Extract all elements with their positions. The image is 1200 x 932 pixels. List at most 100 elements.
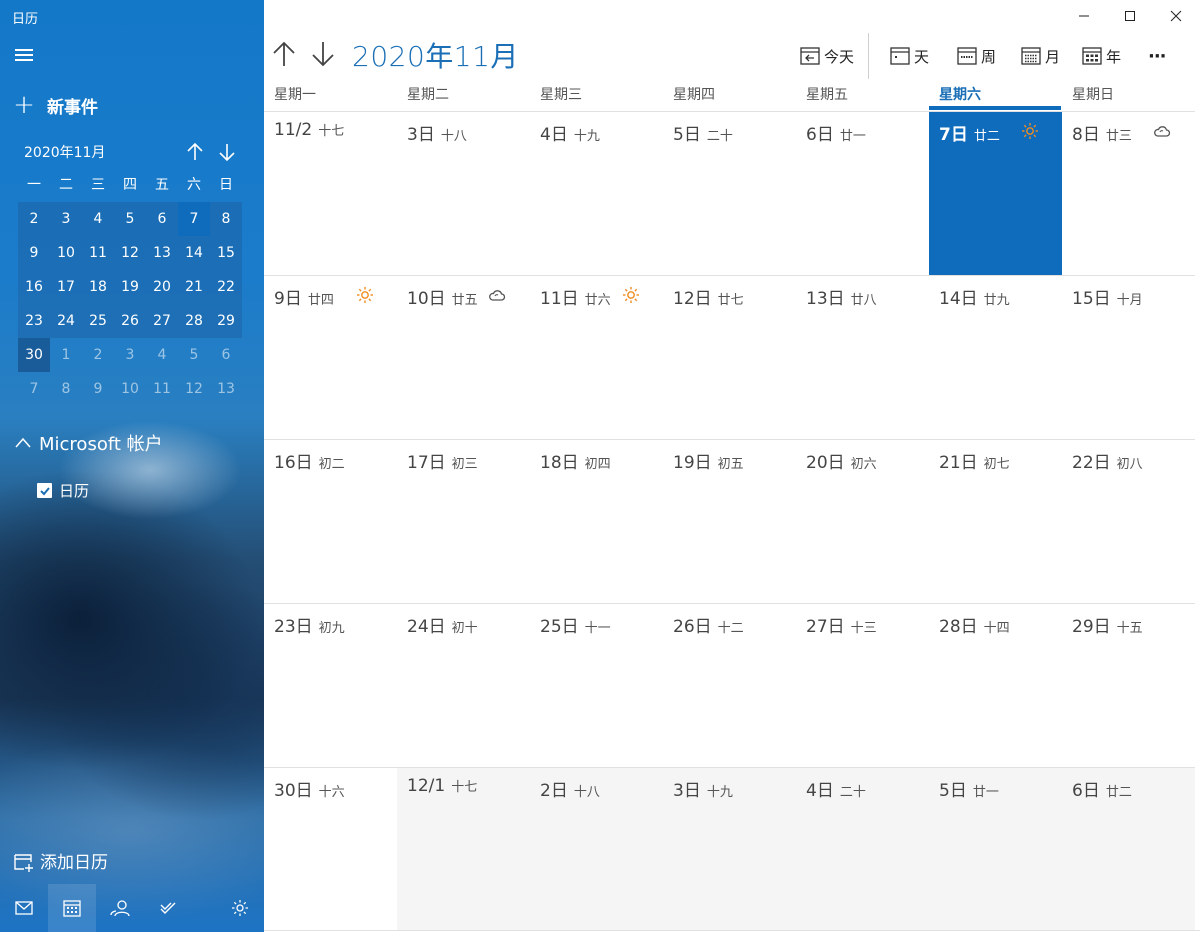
more-options-button[interactable]: ··· [1148,44,1166,68]
todo-button[interactable] [144,884,192,932]
mini-calendar-day[interactable]: 23 [18,304,50,338]
mini-calendar-day[interactable]: 28 [178,304,210,338]
mini-calendar-day[interactable]: 21 [178,270,210,304]
mini-calendar-day[interactable]: 4 [82,202,114,236]
mini-calendar-day[interactable]: 2 [18,202,50,236]
mini-calendar-day[interactable]: 24 [50,304,82,338]
day-cell[interactable]: 17日 初三 [397,439,530,603]
day-cell[interactable]: 20日 初六 [796,439,929,603]
week-view-button[interactable]: 周 [957,44,996,68]
day-cell[interactable]: 26日 十二 [663,603,796,767]
day-cell[interactable]: 7日 廿二 [929,111,1062,275]
mini-calendar-day[interactable]: 9 [18,236,50,270]
day-cell[interactable]: 6日 廿二 [1062,767,1195,931]
day-cell[interactable]: 8日 廿三 [1062,111,1195,275]
mini-calendar-day[interactable]: 11 [82,236,114,270]
day-cell[interactable]: 14日 廿九 [929,275,1062,439]
hamburger-menu-button[interactable] [15,48,33,62]
today-button[interactable]: 今天 [800,44,854,68]
day-cell[interactable]: 10日 廿五 [397,275,530,439]
mini-calendar-day[interactable]: 6 [146,202,178,236]
mini-calendar-prev-button[interactable] [186,142,204,167]
mini-calendar-day[interactable]: 13 [210,372,242,406]
day-cell[interactable]: 28日 十四 [929,603,1062,767]
day-cell[interactable]: 25日 十一 [530,603,663,767]
minimize-button[interactable] [1061,0,1107,32]
day-cell[interactable]: 23日 初九 [264,603,397,767]
day-cell[interactable]: 30日 十六 [264,767,397,931]
mini-calendar-day[interactable]: 18 [82,270,114,304]
mini-calendar-day[interactable]: 3 [114,338,146,372]
mini-calendar-day[interactable]: 10 [50,236,82,270]
mini-calendar-day[interactable]: 2 [82,338,114,372]
day-cell[interactable]: 19日 初五 [663,439,796,603]
mini-calendar-day[interactable]: 12 [178,372,210,406]
mini-calendar-day[interactable]: 25 [82,304,114,338]
mini-calendar-title[interactable]: 2020年11月 [24,142,105,162]
day-cell[interactable]: 5日 廿一 [929,767,1062,931]
mini-calendar-day[interactable]: 22 [210,270,242,304]
day-cell[interactable]: 16日 初二 [264,439,397,603]
add-calendar-button[interactable]: 添加日历 [12,848,108,873]
day-cell[interactable]: 12/1 十七 [397,767,530,931]
mini-calendar-day[interactable]: 30 [18,338,50,372]
mini-calendar-day[interactable]: 17 [50,270,82,304]
mini-calendar-day[interactable]: 3 [50,202,82,236]
mini-calendar-day[interactable]: 7 [178,202,210,236]
mini-calendar-day[interactable]: 10 [114,372,146,406]
mini-calendar-day[interactable]: 8 [210,202,242,236]
mini-calendar-day[interactable]: 5 [114,202,146,236]
mini-calendar-day[interactable]: 27 [146,304,178,338]
mail-button[interactable] [0,884,48,932]
mini-calendar-day[interactable]: 26 [114,304,146,338]
mini-calendar-day[interactable]: 29 [210,304,242,338]
day-cell[interactable]: 4日 二十 [796,767,929,931]
day-cell[interactable]: 3日 十九 [663,767,796,931]
day-cell[interactable]: 29日 十五 [1062,603,1195,767]
day-cell[interactable]: 9日 廿四 [264,275,397,439]
previous-month-button[interactable] [272,40,296,72]
day-cell[interactable]: 2日 十八 [530,767,663,931]
mini-calendar-day[interactable]: 8 [50,372,82,406]
mini-calendar-day[interactable]: 15 [210,236,242,270]
mini-calendar-day[interactable]: 12 [114,236,146,270]
mini-calendar-day[interactable]: 7 [18,372,50,406]
mini-calendar-next-button[interactable] [218,142,236,167]
next-month-button[interactable] [311,40,335,72]
account-section-toggle[interactable]: Microsoft 帐户 [14,430,163,456]
day-cell[interactable]: 27日 十三 [796,603,929,767]
day-cell[interactable]: 22日 初八 [1062,439,1195,603]
mini-calendar-day[interactable]: 19 [114,270,146,304]
new-event-button[interactable]: + 新事件 [12,92,98,118]
day-cell[interactable]: 5日 二十 [663,111,796,275]
mini-calendar-day[interactable]: 4 [146,338,178,372]
day-cell[interactable]: 18日 初四 [530,439,663,603]
day-cell[interactable]: 4日 十九 [530,111,663,275]
day-cell[interactable]: 6日 廿一 [796,111,929,275]
mini-calendar-day[interactable]: 9 [82,372,114,406]
mini-calendar-day[interactable]: 20 [146,270,178,304]
mini-calendar-day[interactable]: 1 [50,338,82,372]
mini-calendar-day[interactable]: 5 [178,338,210,372]
mini-calendar-day[interactable]: 13 [146,236,178,270]
mini-calendar-day[interactable]: 6 [210,338,242,372]
calendar-checkbox[interactable] [37,483,52,498]
settings-button[interactable] [216,884,264,932]
day-cell[interactable]: 15日 十月 [1062,275,1195,439]
mini-calendar-day[interactable]: 14 [178,236,210,270]
day-cell[interactable]: 12日 廿七 [663,275,796,439]
day-view-button[interactable]: 天 [890,44,929,68]
year-view-button[interactable]: 年 [1082,44,1121,68]
maximize-button[interactable] [1107,0,1153,32]
calendar-app-button[interactable] [48,884,96,932]
close-button[interactable] [1153,0,1199,32]
mini-calendar-day[interactable]: 11 [146,372,178,406]
month-view-button[interactable]: 月 [1021,44,1060,68]
day-cell[interactable]: 11日 廿六 [530,275,663,439]
people-button[interactable] [96,884,144,932]
day-cell[interactable]: 24日 初十 [397,603,530,767]
day-cell[interactable]: 11/2 十七 [264,111,397,275]
day-cell[interactable]: 21日 初七 [929,439,1062,603]
day-cell[interactable]: 13日 廿八 [796,275,929,439]
day-cell[interactable]: 3日 十八 [397,111,530,275]
